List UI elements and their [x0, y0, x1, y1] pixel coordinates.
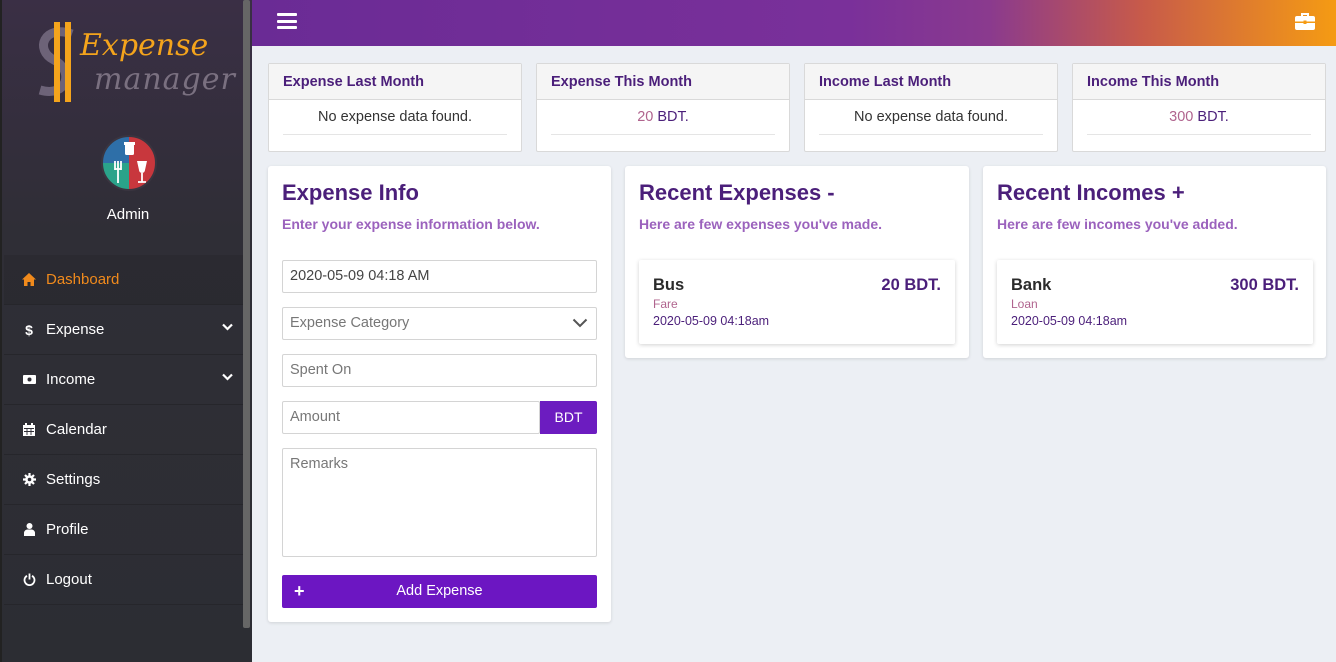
stat-card-unit: BDT.: [657, 109, 689, 125]
date-field[interactable]: 2020-05-09 04:18 AM: [282, 260, 597, 293]
stat-card-title: Income Last Month: [805, 64, 1057, 100]
sidebar-item-dashboard[interactable]: Dashboard: [4, 255, 245, 305]
avatar[interactable]: [101, 135, 157, 191]
income-entry[interactable]: Bank 300 BDT. Loan 2020-05-09 04:18am: [997, 260, 1313, 344]
user-name: Admin: [106, 206, 150, 223]
stat-card-income-last-month: Income Last Month No expense data found.: [804, 63, 1058, 152]
sidebar-item-profile[interactable]: Profile: [4, 505, 245, 555]
add-expense-button[interactable]: + Add Expense: [282, 575, 597, 608]
stat-card-value: 20: [637, 109, 654, 125]
logo-text-expense: Expense: [80, 28, 209, 63]
sidebar-item-label: Calendar: [46, 421, 107, 438]
stat-card-value: 300: [1169, 109, 1194, 125]
stat-card-empty-text: No expense data found.: [854, 109, 1008, 125]
restaurant-icon: [114, 142, 147, 183]
sidebar-item-label: Profile: [46, 521, 89, 538]
expense-info-panel: Expense Info Enter your expense informat…: [268, 166, 611, 622]
app-logo: Expense manager: [32, 18, 235, 108]
sidebar-item-label: Income: [46, 371, 96, 388]
stat-card-unit: BDT.: [1197, 109, 1229, 125]
recent-expenses-panel: Recent Expenses - Here are few expenses …: [625, 166, 969, 358]
sidebar-item-calendar[interactable]: Calendar: [4, 405, 245, 455]
sidebar-item-settings[interactable]: Settings: [4, 455, 245, 505]
power-icon: [22, 573, 36, 587]
money-icon: [22, 373, 36, 387]
calendar-icon: [22, 423, 36, 437]
stat-card-empty-text: No expense data found.: [318, 109, 472, 125]
user-icon: [22, 523, 36, 537]
chevron-down-icon: [222, 373, 233, 381]
spent-on-input[interactable]: Spent On: [282, 354, 597, 387]
entry-amount: 300 BDT.: [1230, 276, 1299, 294]
stat-card-title: Expense Last Month: [269, 64, 521, 100]
sidebar-item-label: Logout: [46, 571, 92, 588]
panel-title: Recent Incomes +: [997, 180, 1185, 205]
home-icon: [22, 273, 36, 287]
entry-date: 2020-05-09 04:18am: [1011, 314, 1128, 328]
add-expense-label: Add Expense: [396, 583, 483, 599]
currency-addon: BDT: [540, 401, 597, 434]
menu-toggle-icon[interactable]: [277, 13, 297, 29]
category-select-label: Expense Category: [290, 315, 410, 331]
sidebar-item-label: Settings: [46, 471, 101, 488]
dollar-icon: $: [25, 321, 33, 338]
entry-category: Fare: [653, 297, 678, 311]
amount-input[interactable]: Amount: [282, 401, 540, 434]
stat-card-income-this-month: Income This Month 300 BDT.: [1072, 63, 1326, 152]
remarks-textarea[interactable]: Remarks: [282, 448, 597, 557]
stat-card-title: Income This Month: [1073, 64, 1325, 100]
entry-amount: 20 BDT.: [881, 276, 941, 294]
stat-card-expense-this-month: Expense This Month 20 BDT.: [536, 63, 790, 152]
entry-title: Bank: [1011, 276, 1052, 294]
sidebar-item-expense[interactable]: $ Expense: [4, 305, 245, 355]
stat-card-expense-last-month: Expense Last Month No expense data found…: [268, 63, 522, 152]
sidebar-item-label: Dashboard: [46, 271, 120, 288]
chevron-down-icon: [572, 318, 588, 328]
expense-entry[interactable]: Bus 20 BDT. Fare 2020-05-09 04:18am: [639, 260, 955, 344]
chevron-down-icon: [222, 323, 233, 331]
sidebar: Expense manager Admin Dashboard $ Expens…: [0, 0, 252, 662]
sidebar-item-income[interactable]: Income: [4, 355, 245, 405]
gear-icon: [22, 473, 36, 487]
briefcase-icon[interactable]: [1295, 13, 1315, 30]
category-select[interactable]: Expense Category: [282, 307, 597, 340]
entry-category: Loan: [1011, 297, 1038, 311]
panel-title: Recent Expenses -: [639, 180, 835, 205]
sidebar-nav: Dashboard $ Expense Income Calendar Sett…: [4, 255, 245, 605]
sidebar-scrollbar[interactable]: [243, 0, 250, 628]
plus-icon: +: [294, 581, 305, 601]
top-bar: [252, 0, 1336, 46]
sidebar-item-label: Expense: [46, 321, 105, 338]
panel-subtitle: Here are few incomes you've added.: [997, 216, 1238, 232]
stat-card-title: Expense This Month: [537, 64, 789, 100]
logo-mark-icon: [38, 22, 74, 102]
logo-text-manager: manager: [94, 62, 236, 97]
entry-title: Bus: [653, 276, 685, 294]
panel-subtitle: Enter your expense information below.: [282, 216, 540, 232]
panel-title: Expense Info: [282, 180, 419, 205]
recent-incomes-panel: Recent Incomes + Here are few incomes yo…: [983, 166, 1326, 358]
entry-date: 2020-05-09 04:18am: [653, 314, 770, 328]
sidebar-item-logout[interactable]: Logout: [4, 555, 245, 605]
panel-subtitle: Here are few expenses you've made.: [639, 216, 883, 232]
